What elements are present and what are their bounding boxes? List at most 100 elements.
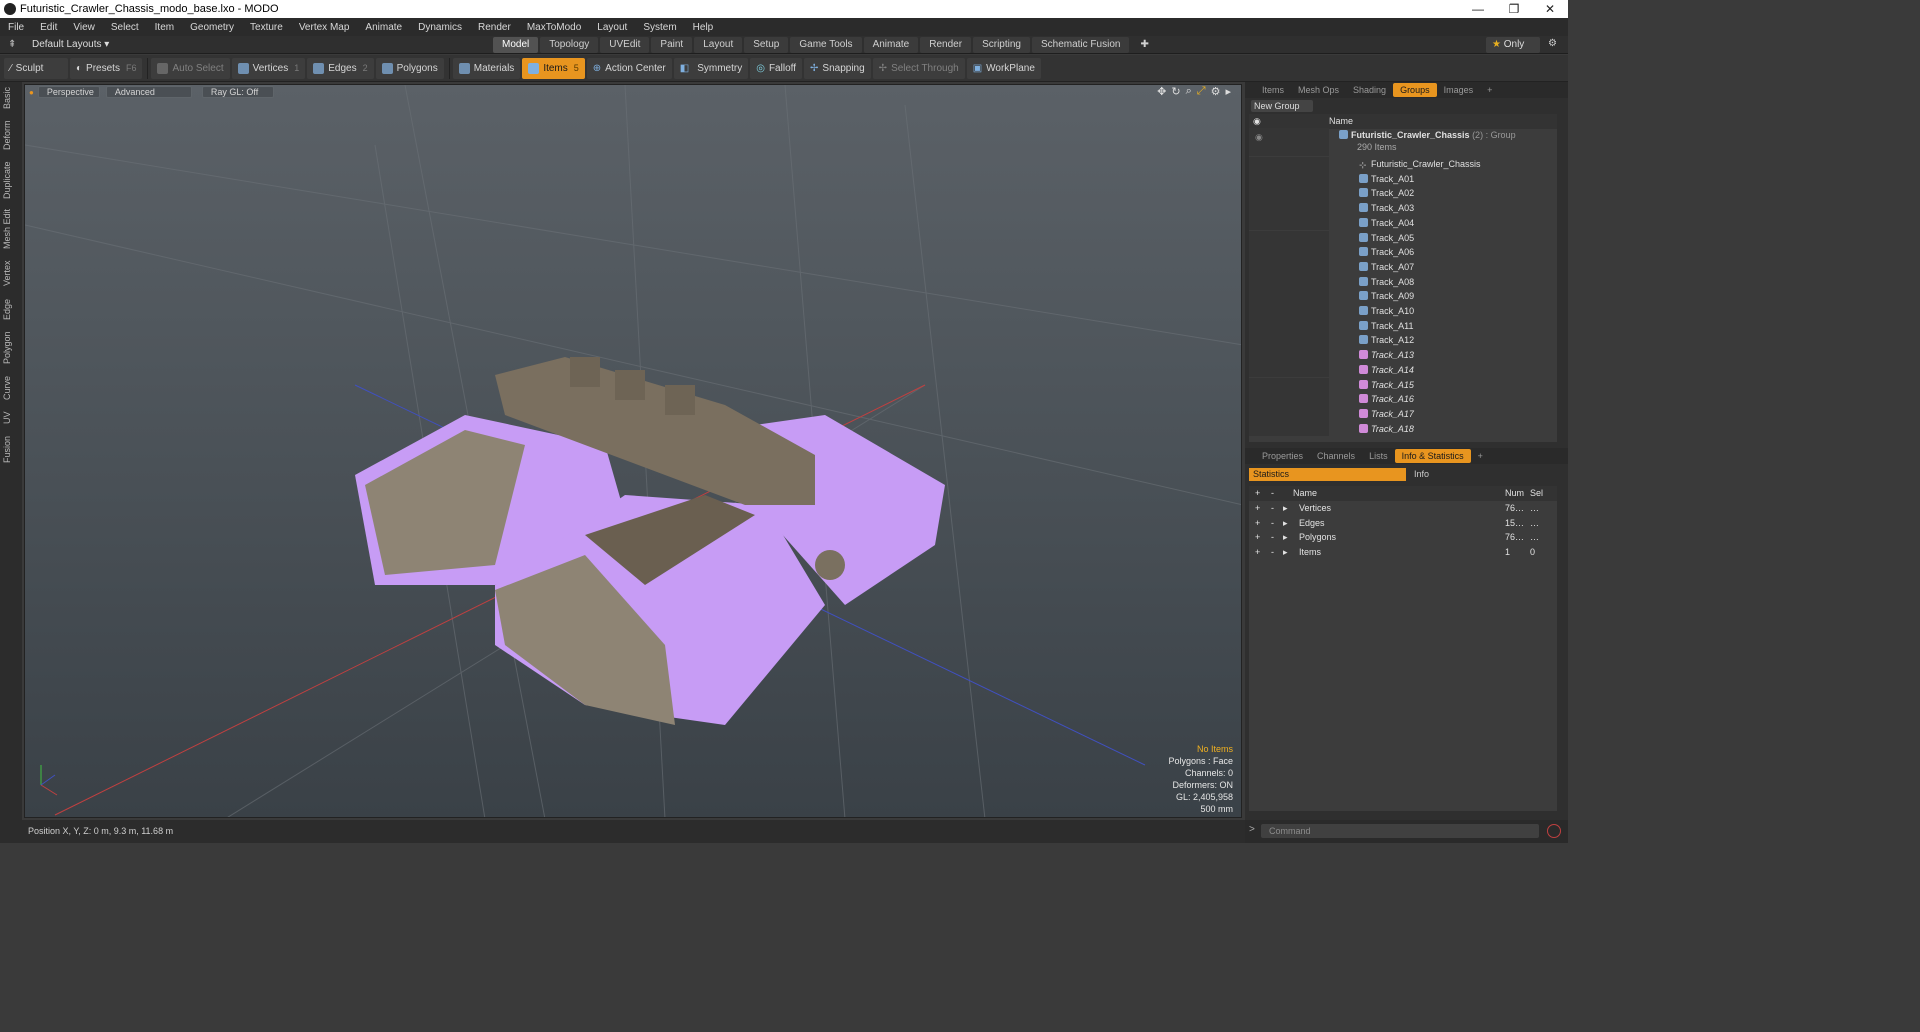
menu-system[interactable]: System bbox=[635, 22, 684, 33]
menu-dynamics[interactable]: Dynamics bbox=[410, 22, 470, 33]
vtab-basic[interactable]: Basic bbox=[2, 86, 18, 110]
menu-texture[interactable]: Texture bbox=[242, 22, 291, 33]
tab-animate[interactable]: Animate bbox=[863, 37, 919, 53]
group-item-row[interactable]: Track_A02 bbox=[1249, 186, 1557, 202]
group-item-row[interactable]: Track_A17 bbox=[1249, 406, 1557, 422]
group-item-row[interactable]: Track_A03 bbox=[1249, 201, 1557, 216]
tab-images[interactable]: Images bbox=[1437, 83, 1481, 97]
snapping-button[interactable]: ✢ Snapping bbox=[804, 57, 871, 79]
viewport-expand-icon[interactable]: ▸ bbox=[1225, 85, 1231, 98]
expand-icon[interactable]: + bbox=[1255, 530, 1260, 544]
polygons-button[interactable]: Polygons bbox=[375, 57, 444, 79]
group-item-row[interactable]: Track_A04 bbox=[1249, 215, 1557, 231]
3d-viewport[interactable]: ● Perspective Advanced Ray GL: Off ✥ ↻ ⌕… bbox=[24, 84, 1242, 818]
select-through-button[interactable]: ✢ Select Through bbox=[872, 57, 965, 79]
vtab-duplicate[interactable]: Duplicate bbox=[2, 160, 18, 200]
vtab-curve[interactable]: Curve bbox=[2, 374, 18, 402]
disclosure-triangle-icon[interactable]: ▸ bbox=[1283, 545, 1288, 559]
group-item-row[interactable]: Track_A08 bbox=[1249, 274, 1557, 290]
collapse-icon[interactable]: - bbox=[1271, 501, 1274, 515]
expand-all-icon[interactable]: + bbox=[1255, 486, 1260, 500]
edges-button[interactable]: Edges 2 bbox=[307, 57, 374, 79]
tab-layout[interactable]: Layout bbox=[694, 37, 743, 53]
tab-properties[interactable]: Properties bbox=[1255, 449, 1310, 463]
group-item-row[interactable]: Track_A01 bbox=[1249, 171, 1557, 187]
group-item-row[interactable]: Track_A15 bbox=[1249, 377, 1557, 393]
menu-help[interactable]: Help bbox=[685, 22, 722, 33]
tab-paint[interactable]: Paint bbox=[651, 37, 693, 53]
tab-schematic-fusion[interactable]: Schematic Fusion bbox=[1031, 37, 1130, 53]
menu-item[interactable]: Item bbox=[147, 22, 182, 33]
minimize-button[interactable]: — bbox=[1460, 0, 1496, 18]
group-item-row[interactable]: Track_A10 bbox=[1249, 304, 1557, 319]
tab-channels[interactable]: Channels bbox=[1310, 449, 1362, 463]
materials-button[interactable]: Materials bbox=[452, 57, 521, 79]
vtab-edge[interactable]: Edge bbox=[2, 296, 18, 322]
tab-shading[interactable]: Shading bbox=[1346, 83, 1393, 97]
collapse-icon[interactable]: - bbox=[1271, 530, 1274, 544]
maximize-button[interactable]: ❐ bbox=[1496, 0, 1532, 18]
items-button[interactable]: Items 5 bbox=[522, 57, 585, 79]
new-group-button[interactable]: New Group bbox=[1251, 100, 1313, 112]
auto-select-button[interactable]: Auto Select bbox=[151, 57, 230, 79]
group-item-row[interactable]: Track_A16 bbox=[1249, 392, 1557, 407]
menu-animate[interactable]: Animate bbox=[357, 22, 410, 33]
group-row-main[interactable]: ◉ Futuristic_Crawler_Chassis (2) : Group… bbox=[1249, 128, 1557, 156]
tab-render[interactable]: Render bbox=[920, 37, 972, 53]
collapse-icon[interactable]: - bbox=[1271, 516, 1274, 530]
tab-setup[interactable]: Setup bbox=[744, 37, 789, 53]
expand-icon[interactable]: + bbox=[1255, 501, 1260, 515]
collapse-icon[interactable]: - bbox=[1271, 545, 1274, 559]
sculpt-button[interactable]: ⁄ Sculpt bbox=[4, 57, 68, 79]
group-item-row[interactable]: Track_A12 bbox=[1249, 333, 1557, 349]
raygl-toggle[interactable]: Ray GL: Off bbox=[201, 86, 274, 98]
group-item-row[interactable]: Track_A13 bbox=[1249, 348, 1557, 363]
stats-row[interactable]: + - ▸ Edges 15…… bbox=[1249, 516, 1557, 531]
menu-vertex-map[interactable]: Vertex Map bbox=[291, 22, 358, 33]
group-item-row[interactable]: Track_A11 bbox=[1249, 318, 1557, 334]
group-item-row[interactable]: Track_A06 bbox=[1249, 245, 1557, 260]
perspective-dropdown[interactable]: Perspective bbox=[37, 86, 100, 98]
default-layouts-dropdown[interactable]: Default Layouts ▾ bbox=[32, 39, 109, 50]
command-input[interactable]: Command bbox=[1261, 824, 1539, 838]
crawler-model[interactable] bbox=[355, 357, 945, 725]
vtab-mesh-edit[interactable]: Mesh Edit bbox=[2, 208, 18, 250]
menu-edit[interactable]: Edit bbox=[32, 22, 65, 33]
fit-icon[interactable]: ⤢ bbox=[1197, 85, 1206, 98]
menu-file[interactable]: File bbox=[0, 22, 32, 33]
tab-topology[interactable]: Topology bbox=[540, 37, 599, 53]
tab-lists[interactable]: Lists bbox=[1362, 449, 1395, 463]
viewport-menu-icon[interactable]: ● bbox=[29, 88, 34, 97]
expand-icon[interactable]: + bbox=[1255, 545, 1260, 559]
vtab-vertex[interactable]: Vertex bbox=[2, 258, 18, 288]
vtab-fusion[interactable]: Fusion bbox=[2, 434, 18, 464]
only-toggle[interactable]: ★ Only bbox=[1486, 37, 1540, 53]
action-center-button[interactable]: ⊕ Action Center bbox=[586, 57, 672, 79]
tab-model[interactable]: Model bbox=[493, 37, 539, 53]
tab-groups[interactable]: Groups bbox=[1393, 83, 1437, 97]
disclosure-triangle-icon[interactable]: ▸ bbox=[1283, 516, 1288, 530]
disclosure-triangle-icon[interactable]: ▸ bbox=[1283, 530, 1288, 544]
symmetry-button[interactable]: ◧ Symmetry bbox=[673, 57, 749, 79]
group-item-row[interactable]: Track_A14 bbox=[1249, 362, 1557, 378]
workplane-button[interactable]: ▣ WorkPlane bbox=[966, 57, 1041, 79]
tab-info-statistics[interactable]: Info & Statistics bbox=[1394, 449, 1471, 463]
add-tab-icon[interactable]: + bbox=[1471, 449, 1490, 463]
close-button[interactable]: ✕ bbox=[1532, 0, 1568, 18]
menu-geometry[interactable]: Geometry bbox=[182, 22, 242, 33]
menu-render[interactable]: Render bbox=[470, 22, 519, 33]
shading-advanced-dropdown[interactable]: Advanced bbox=[105, 86, 192, 98]
group-item-row[interactable]: Track_A07 bbox=[1249, 259, 1557, 275]
falloff-button[interactable]: ◎ Falloff bbox=[750, 57, 803, 79]
zoom-icon[interactable]: ⌕ bbox=[1186, 85, 1192, 98]
tab-items[interactable]: Items bbox=[1255, 83, 1291, 97]
stats-row[interactable]: + - ▸ Vertices 76…… bbox=[1249, 501, 1557, 516]
menu-layout[interactable]: Layout bbox=[589, 22, 635, 33]
tab-uvedit[interactable]: UVEdit bbox=[600, 37, 650, 53]
group-item-row[interactable]: Track_A09 bbox=[1249, 289, 1557, 304]
vtab-uv[interactable]: UV bbox=[2, 410, 18, 426]
collapse-all-icon[interactable]: - bbox=[1271, 486, 1274, 500]
group-item-row[interactable]: ⊹ Futuristic_Crawler_Chassis bbox=[1249, 157, 1557, 172]
presets-button[interactable]: ◐ Presets F6 bbox=[70, 57, 143, 79]
tab-scripting[interactable]: Scripting bbox=[973, 37, 1030, 53]
